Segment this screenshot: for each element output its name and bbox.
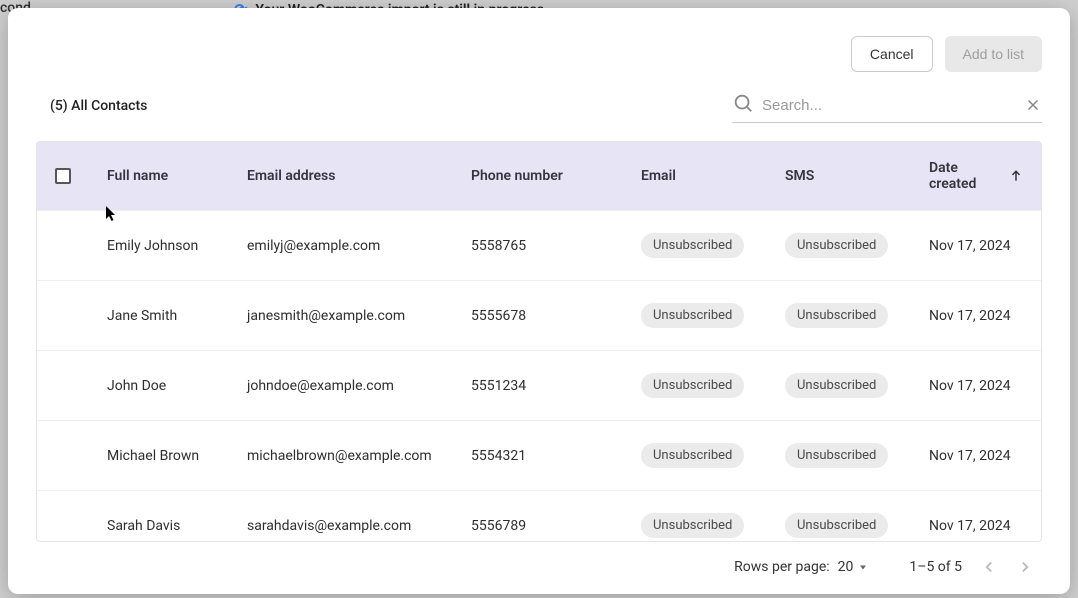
email-status-cell: Unsubscribed (641, 513, 785, 538)
date-created-cell: Nov 17, 2024 (929, 238, 1023, 254)
status-badge: Unsubscribed (641, 303, 744, 328)
contacts-count-title: (5) All Contacts (36, 98, 147, 114)
email-status-cell: Unsubscribed (641, 233, 785, 258)
contact-name: Emily Johnson (107, 238, 247, 254)
column-header-phone[interactable]: Phone number (471, 168, 641, 184)
contact-email: sarahdavis@example.com (247, 518, 471, 534)
sms-status-cell: Unsubscribed (785, 303, 929, 328)
contact-name: Sarah Davis (107, 518, 247, 534)
table-row[interactable]: Michael Brownmichaelbrown@example.com555… (37, 420, 1041, 490)
column-header-date-created[interactable]: Date created (929, 160, 1023, 192)
status-badge: Unsubscribed (785, 233, 888, 258)
sms-status-cell: Unsubscribed (785, 373, 929, 398)
rows-per-page-selector[interactable]: 20 (838, 559, 870, 575)
date-created-cell: Nov 17, 2024 (929, 308, 1023, 324)
email-status-cell: Unsubscribed (641, 303, 785, 328)
contact-phone: 5551234 (471, 378, 641, 394)
sort-ascending-icon (1009, 169, 1023, 183)
date-created-cell: Nov 17, 2024 (929, 378, 1023, 394)
caret-down-icon (857, 561, 869, 573)
email-status-cell: Unsubscribed (641, 373, 785, 398)
column-header-full-name[interactable]: Full name (107, 168, 247, 184)
search-icon (732, 92, 754, 118)
add-to-list-button: Add to list (945, 36, 1042, 72)
status-badge: Unsubscribed (641, 513, 744, 538)
contact-phone: 5556789 (471, 518, 641, 534)
contacts-modal: Cancel Add to list (5) All Contacts Full… (8, 8, 1070, 594)
table-header: Full name Email address Phone number Ema… (37, 142, 1041, 210)
table-row[interactable]: John Doejohndoe@example.com5551234Unsubs… (37, 350, 1041, 420)
column-header-sms[interactable]: SMS (785, 168, 929, 184)
status-badge: Unsubscribed (641, 373, 744, 398)
status-badge: Unsubscribed (641, 233, 744, 258)
sms-status-cell: Unsubscribed (785, 443, 929, 468)
status-badge: Unsubscribed (785, 513, 888, 538)
date-created-label: Date created (929, 160, 1003, 192)
column-header-email-address[interactable]: Email address (247, 168, 471, 184)
contact-name: Michael Brown (107, 448, 247, 464)
contact-email: janesmith@example.com (247, 308, 471, 324)
pagination-range: 1–5 of 5 (909, 559, 962, 575)
clear-search-icon[interactable] (1024, 96, 1042, 114)
search-input[interactable] (754, 93, 1024, 118)
pagination-nav (980, 558, 1034, 576)
contact-phone: 5558765 (471, 238, 641, 254)
table-row[interactable]: Sarah Davissarahdavis@example.com5556789… (37, 490, 1041, 542)
search-field-wrapper (732, 88, 1042, 123)
email-status-cell: Unsubscribed (641, 443, 785, 468)
sms-status-cell: Unsubscribed (785, 513, 929, 538)
table-row[interactable]: Emily Johnsonemilyj@example.com5558765Un… (37, 210, 1041, 280)
toolbar: (5) All Contacts (36, 88, 1042, 123)
table-footer: Rows per page: 20 1–5 of 5 (36, 542, 1042, 576)
modal-header: Cancel Add to list (36, 36, 1042, 72)
prev-page-button[interactable] (980, 558, 998, 576)
next-page-button[interactable] (1016, 558, 1034, 576)
date-created-cell: Nov 17, 2024 (929, 518, 1023, 534)
contact-email: michaelbrown@example.com (247, 448, 471, 464)
column-header-email[interactable]: Email (641, 168, 785, 184)
contact-name: Jane Smith (107, 308, 247, 324)
status-badge: Unsubscribed (785, 373, 888, 398)
date-created-cell: Nov 17, 2024 (929, 448, 1023, 464)
status-badge: Unsubscribed (785, 443, 888, 468)
status-badge: Unsubscribed (785, 303, 888, 328)
select-all-checkbox[interactable] (55, 168, 71, 184)
rows-per-page-label: Rows per page: (734, 559, 829, 575)
contact-phone: 5554321 (471, 448, 641, 464)
cancel-button[interactable]: Cancel (851, 36, 933, 72)
sms-status-cell: Unsubscribed (785, 233, 929, 258)
contact-phone: 5555678 (471, 308, 641, 324)
contact-email: johndoe@example.com (247, 378, 471, 394)
table-row[interactable]: Jane Smithjanesmith@example.com5555678Un… (37, 280, 1041, 350)
status-badge: Unsubscribed (641, 443, 744, 468)
rows-per-page-control: Rows per page: 20 (734, 559, 869, 575)
contact-name: John Doe (107, 378, 247, 394)
rows-per-page-value: 20 (838, 559, 854, 575)
contact-email: emilyj@example.com (247, 238, 471, 254)
select-all-cell (55, 168, 107, 184)
contacts-table: Full name Email address Phone number Ema… (36, 141, 1042, 542)
